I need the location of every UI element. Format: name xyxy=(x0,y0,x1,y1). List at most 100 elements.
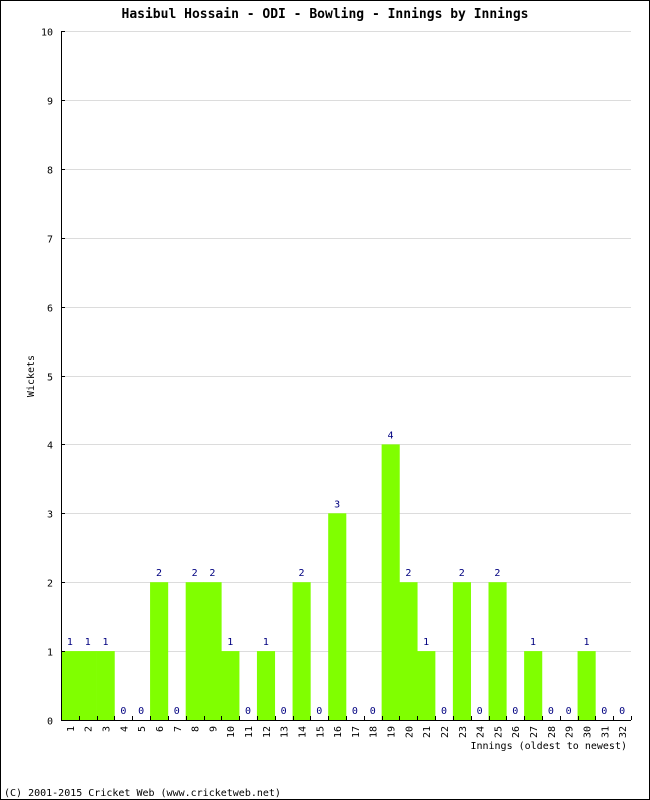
bar xyxy=(292,582,311,720)
value-label: 0 xyxy=(512,706,518,717)
x-tick-label: 15 xyxy=(315,726,326,738)
value-label: 0 xyxy=(441,706,447,717)
value-label: 0 xyxy=(601,706,607,717)
x-tick-label: 19 xyxy=(387,726,398,738)
copyright-footer: (C) 2001-2015 Cricket Web (www.cricketwe… xyxy=(4,788,281,799)
y-tick-labels: 0 1 2 3 4 5 6 7 8 9 10 xyxy=(41,28,53,728)
chart-frame: Hasibul Hossain - ODI - Bowling - Inning… xyxy=(0,0,650,800)
x-tick-label: 21 xyxy=(422,726,433,738)
value-label: 2 xyxy=(298,568,304,579)
value-label: 0 xyxy=(316,706,322,717)
value-label: 2 xyxy=(459,568,465,579)
value-label: 2 xyxy=(192,568,198,579)
value-label: 0 xyxy=(174,706,180,717)
value-label: 0 xyxy=(548,706,554,717)
x-tick-label: 12 xyxy=(262,726,273,738)
x-tick-label: 5 xyxy=(137,726,148,732)
value-label: 0 xyxy=(477,706,483,717)
bar xyxy=(328,513,347,720)
value-label: 2 xyxy=(156,568,162,579)
bar xyxy=(203,582,222,720)
x-tick-label: 11 xyxy=(244,726,255,738)
x-tick-label: 1 xyxy=(66,726,77,732)
value-label: 1 xyxy=(85,637,91,648)
value-label: 0 xyxy=(281,706,287,717)
x-axis-label: Innings (oldest to newest) xyxy=(470,741,627,752)
value-label: 1 xyxy=(263,637,269,648)
bar xyxy=(417,651,436,720)
value-label: 2 xyxy=(494,568,500,579)
value-label: 1 xyxy=(103,637,109,648)
y-tick-label: 7 xyxy=(47,235,53,246)
x-tick-label: 23 xyxy=(458,726,469,738)
value-label: 0 xyxy=(245,706,251,717)
y-tick-label: 8 xyxy=(47,166,53,177)
value-label: 0 xyxy=(566,706,572,717)
x-tick-label: 17 xyxy=(351,726,362,738)
value-label: 4 xyxy=(388,430,394,441)
x-tick-label: 30 xyxy=(582,726,593,738)
x-tick-label: 4 xyxy=(119,726,130,732)
x-tick-labels: 1 2 3 4 5 6 7 8 9 10 11 12 13 14 15 16 17 18 19 20 21 22 23 24 2… xyxy=(66,726,629,738)
y-axis-label: Wickets xyxy=(26,355,37,397)
bar xyxy=(221,651,240,720)
x-tick-label: 20 xyxy=(404,726,415,738)
value-label: 1 xyxy=(227,637,233,648)
x-tick-label: 7 xyxy=(173,726,184,732)
x-tick-label: 32 xyxy=(618,726,629,738)
y-tick-label: 2 xyxy=(47,579,53,590)
value-label: 1 xyxy=(583,637,589,648)
y-tick-label: 6 xyxy=(47,304,53,315)
x-tick-label: 25 xyxy=(493,726,504,738)
x-tick-label: 3 xyxy=(102,726,113,732)
y-tick-label: 3 xyxy=(47,510,53,521)
bar xyxy=(577,651,596,720)
bar xyxy=(256,651,276,720)
x-tick-label: 6 xyxy=(155,726,166,732)
x-tick-label: 16 xyxy=(333,726,344,738)
x-tick-label: 29 xyxy=(565,726,576,738)
value-label: 1 xyxy=(423,637,429,648)
x-tick-label: 18 xyxy=(369,726,380,738)
x-tick-label: 27 xyxy=(529,726,540,738)
y-tick-label: 5 xyxy=(47,373,53,384)
x-tick-label: 10 xyxy=(226,726,237,738)
y-tick-label: 10 xyxy=(41,28,53,39)
value-label: 1 xyxy=(67,637,73,648)
bar xyxy=(150,582,169,720)
x-tick-label: 26 xyxy=(511,726,522,738)
bar xyxy=(78,651,97,720)
value-label: 2 xyxy=(405,568,411,579)
value-label: 0 xyxy=(352,706,358,717)
value-label: 1 xyxy=(530,637,536,648)
x-tick-label: 8 xyxy=(191,726,202,732)
bar xyxy=(61,651,80,720)
bar xyxy=(399,582,418,720)
y-tick-label: 0 xyxy=(47,717,53,728)
y-tick-label: 9 xyxy=(47,97,53,108)
value-label: 0 xyxy=(370,706,376,717)
value-label: 0 xyxy=(138,706,144,717)
bar xyxy=(96,651,115,720)
chart-title: Hasibul Hossain - ODI - Bowling - Inning… xyxy=(122,7,529,22)
bar xyxy=(185,582,204,720)
bar xyxy=(488,582,507,720)
y-tick-label: 4 xyxy=(47,441,53,452)
x-tick-label: 24 xyxy=(476,726,487,738)
value-label: 0 xyxy=(120,706,126,717)
bar xyxy=(381,444,400,720)
x-tick-label: 14 xyxy=(297,726,308,738)
x-tick-label: 2 xyxy=(84,726,95,732)
x-tick-label: 22 xyxy=(440,726,451,738)
x-tick-label: 9 xyxy=(208,726,219,732)
x-tick-label: 13 xyxy=(280,726,291,738)
x-tick-label: 28 xyxy=(547,726,558,738)
bar xyxy=(452,582,471,720)
x-tick-label: 31 xyxy=(600,726,611,738)
bar-chart: Hasibul Hossain - ODI - Bowling - Inning… xyxy=(4,7,632,799)
bar xyxy=(524,651,543,720)
y-tick-label: 1 xyxy=(47,648,53,659)
value-label: 0 xyxy=(619,706,625,717)
value-label: 3 xyxy=(334,499,340,510)
value-label: 2 xyxy=(209,568,215,579)
